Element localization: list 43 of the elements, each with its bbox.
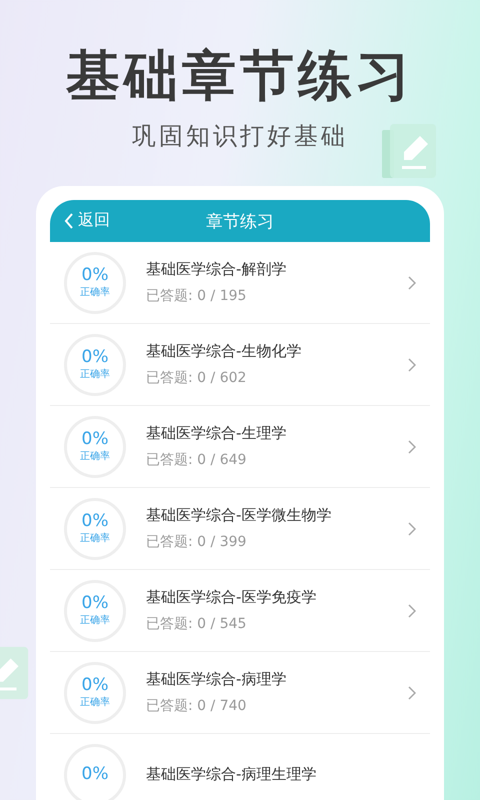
chapter-title: 基础医学综合-解剖学 [146,260,288,279]
answered-count: 已答题: 0 / 195 [146,287,248,305]
chevron-right-icon [408,440,416,454]
chapter-title: 基础医学综合-医学微生物学 [146,506,332,525]
accuracy-label: 正确率 [80,696,110,709]
chapter-item[interactable]: 0% 基础医学综合-病理生理学 [50,734,430,800]
chapter-item[interactable]: 0% 正确率 基础医学综合-医学微生物学 已答题: 0 / 399 [50,488,430,570]
chevron-right-icon [408,686,416,700]
chevron-right-icon [408,604,416,618]
accuracy-percent: 0% [82,676,108,695]
chapter-item[interactable]: 0% 正确率 基础医学综合-解剖学 已答题: 0 / 195 [50,242,430,324]
accuracy-label: 正确率 [80,614,110,627]
chevron-left-icon [64,212,74,228]
chapter-item[interactable]: 0% 正确率 基础医学综合-病理学 已答题: 0 / 740 [50,652,430,734]
subtitle: 巩固知识打好基础 [132,121,348,152]
chapter-title: 基础医学综合-病理生理学 [146,765,318,784]
chapter-item[interactable]: 0% 正确率 基础医学综合-生理学 已答题: 0 / 649 [50,406,430,488]
headline: 基础章节练习 [66,42,414,109]
accuracy-percent: 0% [82,266,108,285]
chevron-right-icon [408,358,416,372]
accuracy-percent: 0% [82,512,108,531]
accuracy-label: 正确率 [80,368,110,381]
answered-count: 已答题: 0 / 399 [146,533,248,551]
accuracy-label: 正确率 [80,532,110,545]
chapter-item[interactable]: 0% 正确率 基础医学综合-医学免疫学 已答题: 0 / 545 [50,570,430,652]
accuracy-label: 正确率 [80,286,110,299]
chapter-title: 基础医学综合-医学免疫学 [146,588,318,607]
accuracy-percent: 0% [82,430,108,449]
chapter-title: 基础医学综合-生理学 [146,424,288,443]
answered-count: 已答题: 0 / 649 [146,451,248,469]
accuracy-percent: 0% [82,594,108,613]
chapter-title: 基础医学综合-病理学 [146,670,288,689]
chevron-right-icon [408,276,416,290]
chapter-item[interactable]: 0% 正确率 基础医学综合-生物化学 已答题: 0 / 602 [50,324,430,406]
nav-title: 章节练习 [206,210,274,232]
answered-count: 已答题: 0 / 740 [146,697,248,715]
answered-count: 已答题: 0 / 602 [146,369,248,387]
answered-count: 已答题: 0 / 545 [146,615,248,633]
chapter-title: 基础医学综合-生物化学 [146,342,302,361]
accuracy-percent: 0% [82,348,108,367]
chevron-right-icon [408,522,416,536]
accuracy-percent: 0% [82,765,108,784]
accuracy-label: 正确率 [80,450,110,463]
